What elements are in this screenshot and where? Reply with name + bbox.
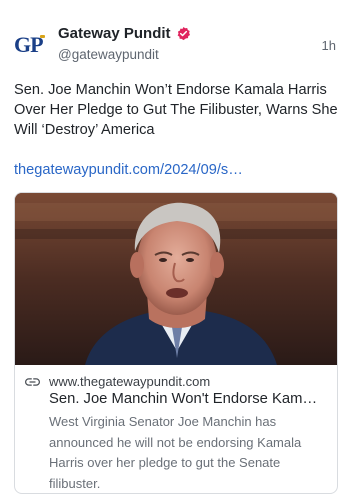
post-text: Sen. Joe Manchin Won’t Endorse Kamala Ha…	[14, 82, 338, 138]
account-handle[interactable]: @gatewaypundit	[58, 47, 159, 62]
account-name[interactable]: Gateway Pundit	[58, 25, 171, 42]
card-image	[15, 193, 337, 365]
avatar-accent	[40, 35, 45, 38]
post[interactable]: GP Gateway Pundit @gatewaypundit 1h Sen.…	[0, 0, 353, 500]
card-domain-row: www.thegatewaypundit.com	[25, 374, 329, 389]
link-preview-card[interactable]: www.thegatewaypundit.com Sen. Joe Manchi…	[14, 192, 338, 494]
card-domain: www.thegatewaypundit.com	[49, 374, 211, 389]
card-title: Sen. Joe Manchin Won't Endorse Kamala Ha…	[49, 391, 325, 407]
card-meta: www.thegatewaypundit.com Sen. Joe Manchi…	[15, 365, 337, 493]
post-link[interactable]: thegatewaypundit.com/2024/09/s…	[14, 162, 243, 178]
card-image-photo	[15, 193, 337, 365]
verified-badge-icon	[177, 26, 190, 41]
name-row: Gateway Pundit	[58, 25, 191, 42]
post-time[interactable]: 1h	[322, 38, 336, 53]
avatar[interactable]: GP	[14, 30, 48, 60]
avatar-logo-text: GP	[14, 32, 44, 57]
link-icon	[25, 377, 40, 386]
card-description: West Virginia Senator Joe Manchin has an…	[49, 414, 302, 491]
